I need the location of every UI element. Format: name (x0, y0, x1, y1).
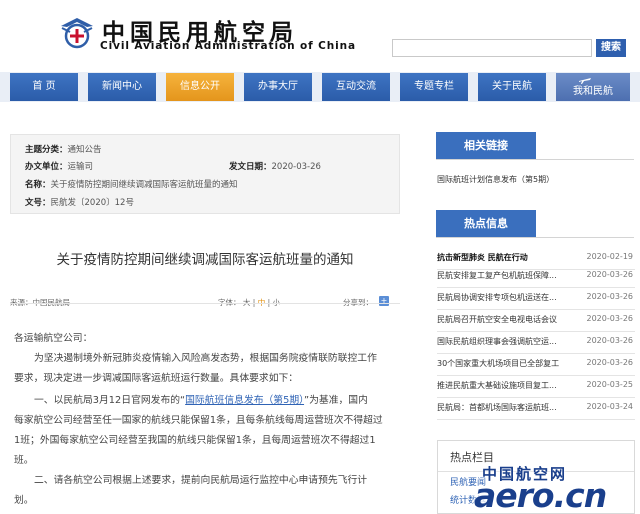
search-button[interactable]: 搜索 (596, 39, 626, 57)
nav-topics[interactable]: 专题专栏 (400, 73, 468, 101)
article-paragraph-2c: 1班；外国每家航空公司经营至我国的航线只能保留1条，且每周运营班次不得超过1 (14, 435, 376, 446)
meta-divider (10, 303, 400, 304)
watermark-en: aero.cn (474, 476, 607, 514)
hot-item[interactable]: 民航局召开航空安全电视电话会议 2020-03-26 (437, 310, 635, 332)
nav-services[interactable]: 办事大厅 (244, 73, 312, 101)
site-header: 中国民用航空局 Civil Aviation Administration of… (0, 0, 640, 68)
hot-info-divider (436, 237, 634, 238)
article-paragraph-2d: 班。 (14, 455, 34, 466)
flight-info-link[interactable]: 国际航班信息发布（第5期） (185, 395, 304, 406)
nav-interaction[interactable]: 互动交流 (322, 73, 390, 101)
article-paragraph-2a: 一、以民航局3月12日官网发布的“国际航班信息发布（第5期）”为基准，国内 (34, 395, 368, 406)
search-input[interactable] (392, 39, 592, 57)
info-name: 名称：关于疫情防控期间继续调减国际客运航班量的通知 (25, 180, 238, 190)
article-paragraph-2b: 每家航空公司经营至任一国家的航线只能保留1条，且每条航线每周运营班次不得超过 (14, 415, 383, 426)
related-links-divider (436, 159, 634, 160)
share-icon[interactable]: + (379, 296, 389, 306)
hot-item[interactable]: 推进民航重大基础设施项目复工... 2020-03-25 (437, 376, 635, 398)
document-info-box: 主题分类：通知公告 办文单位：运输司 发文日期：2020-03-26 名称：关于… (10, 134, 400, 214)
main-nav: 首 页 新闻中心 信息公开 办事大厅 互动交流 专题专栏 关于民航 我和民航 (0, 72, 640, 102)
plane-icon (579, 78, 591, 84)
article-title: 关于疫情防控期间继续调减国际客运航班量的通知 (56, 252, 354, 268)
nav-about[interactable]: 关于民航 (478, 73, 546, 101)
article-paragraph-1b: 要求，现决定进一步调减国际客运航班运行数量。具体要求如下： (14, 373, 299, 384)
info-office: 办文单位：运输司 (25, 162, 94, 172)
hot-item[interactable]: 国际民航组织理事会强调航空运... 2020-03-26 (437, 332, 635, 354)
article-paragraph-3b: 划。 (14, 495, 34, 506)
nav-home[interactable]: 首 页 (10, 73, 78, 101)
hot-item[interactable]: 民航局：首都机场国际客运航班... 2020-03-24 (437, 398, 635, 420)
nav-info-disclosure[interactable]: 信息公开 (166, 73, 234, 101)
info-date: 发文日期：2020-03-26 (229, 162, 321, 172)
hot-item[interactable]: 民航安排复工复产包机航班保障... 2020-03-26 (437, 266, 635, 288)
article-paragraph-1a: 为坚决遏制境外新冠肺炎疫情输入风险高发态势，根据国务院疫情联防联控工作 (34, 353, 377, 364)
nav-me-and-aviation[interactable]: 我和民航 (556, 73, 630, 101)
article-paragraph-3a: 二、请各航空公司根据上述要求，提前向民航局运行监控中心申请预先飞行计 (34, 475, 368, 486)
related-link-item[interactable]: 国际航班计划信息发布（第5期） (437, 174, 554, 185)
caac-logo-icon (61, 18, 93, 49)
related-links-heading: 相关链接 (436, 132, 536, 159)
nav-news[interactable]: 新闻中心 (88, 73, 156, 101)
site-title-en: Civil Aviation Administration of China (100, 40, 356, 52)
nav-me-label: 我和民航 (573, 86, 613, 97)
hot-item[interactable]: 民航局协调安排专项包机运送在... 2020-03-26 (437, 288, 635, 310)
hot-item[interactable]: 30个国家重大机场项目已全部复工 2020-03-26 (437, 354, 635, 376)
info-docno: 文号：民航发〔2020〕12号 (25, 198, 134, 208)
page: 中国民用航空局 Civil Aviation Administration of… (0, 0, 640, 514)
article-salutation: 各运输航空公司： (14, 333, 93, 344)
hot-info-heading: 热点信息 (436, 210, 536, 237)
info-category: 主题分类：通知公告 (25, 145, 102, 155)
